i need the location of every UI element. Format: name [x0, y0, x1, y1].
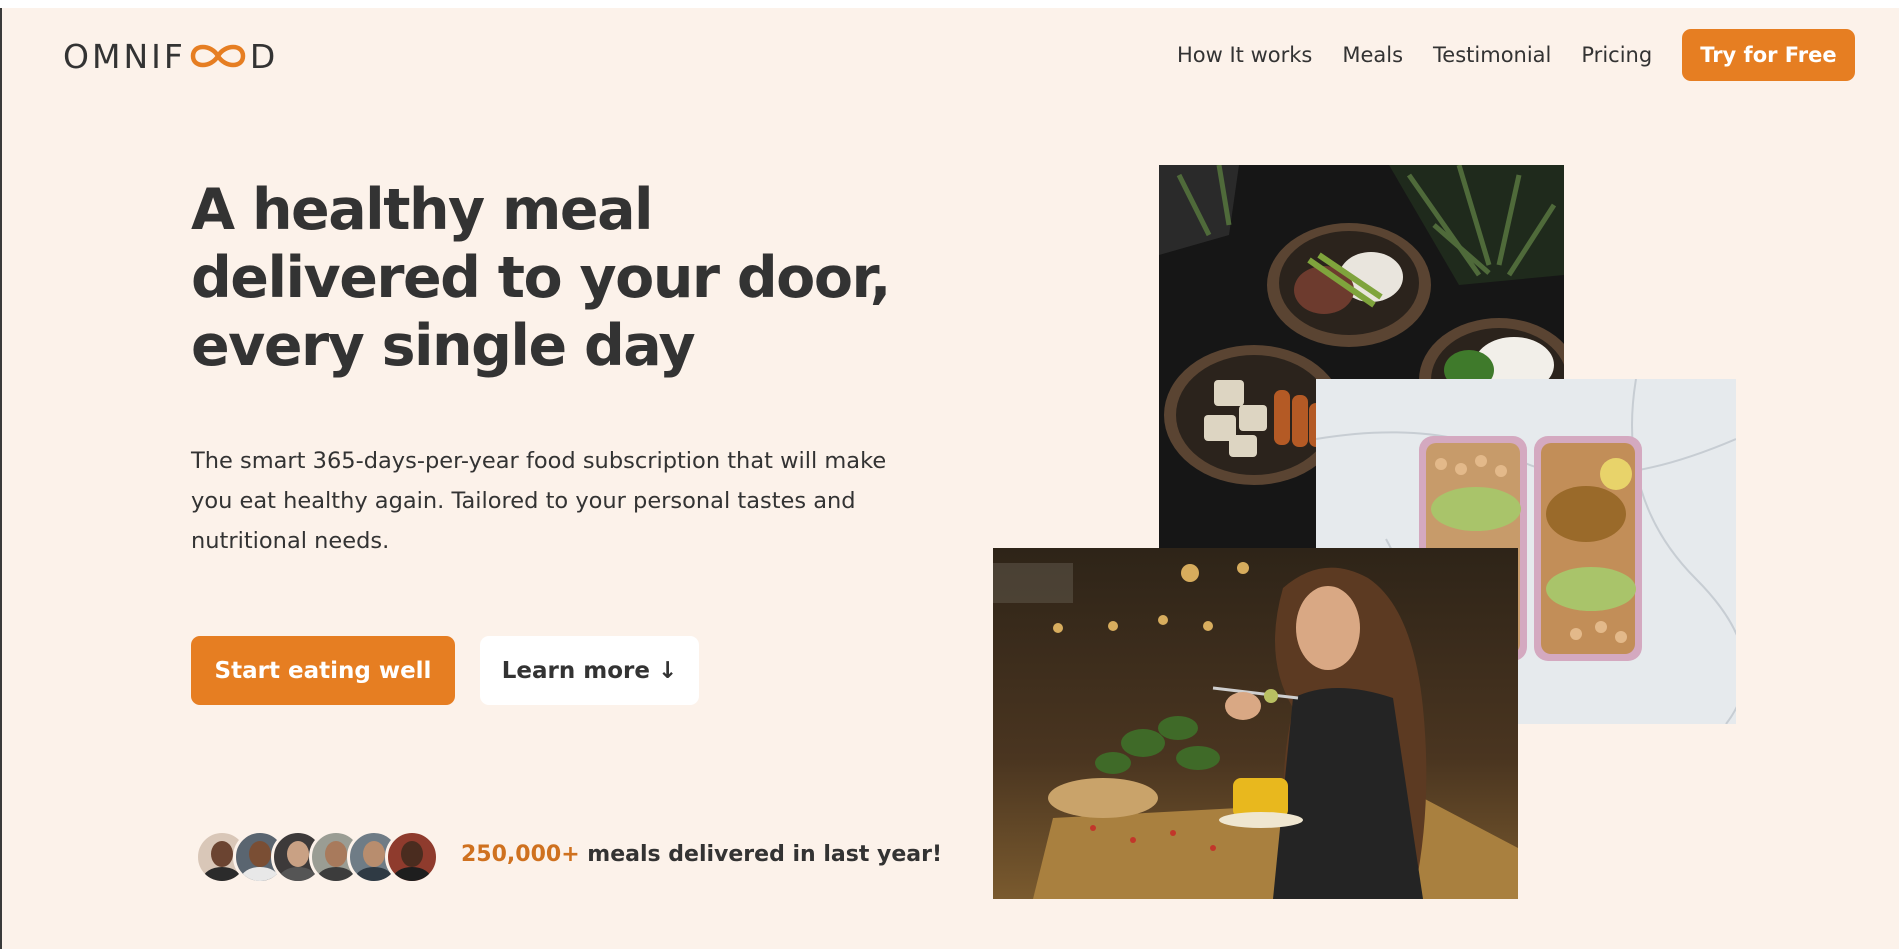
meals-delivered-count: 250,000+: [461, 842, 580, 867]
hero-headline: A healthy meal delivered to your door, e…: [191, 176, 971, 380]
start-eating-well-button[interactable]: Start eating well: [191, 636, 455, 705]
nav-pricing[interactable]: Pricing: [1581, 43, 1652, 67]
headline-line-2: delivered to your door,: [191, 245, 891, 311]
hero-image-woman-eating: [993, 548, 1518, 899]
try-for-free-button[interactable]: Try for Free: [1682, 28, 1855, 81]
meals-delivered-stat: 250,000+ meals delivered in last year!: [461, 842, 942, 867]
page: OMNIF D How It works Meals Testimonial P…: [0, 8, 1899, 949]
infinity-icon: [190, 44, 246, 68]
main-nav: How It works Meals Testimonial Pricing T…: [1177, 28, 1855, 81]
headline-line-3: every single day: [191, 313, 696, 379]
customer-avatars: [195, 830, 439, 884]
learn-more-button[interactable]: Learn more ↓: [480, 636, 699, 705]
meals-delivered-text: meals delivered in last year!: [579, 842, 942, 867]
logo-text-right: D: [249, 36, 279, 76]
logo-text-left: OMNIF: [63, 36, 186, 76]
nav-meals[interactable]: Meals: [1342, 43, 1403, 67]
avatar: [385, 830, 439, 884]
hero-description: The smart 365-days-per-year food subscri…: [191, 448, 887, 554]
nav-testimonial[interactable]: Testimonial: [1433, 43, 1551, 67]
headline-line-1: A healthy meal: [191, 177, 654, 243]
logo[interactable]: OMNIF D: [63, 35, 278, 77]
nav-how-it-works[interactable]: How It works: [1177, 43, 1312, 67]
